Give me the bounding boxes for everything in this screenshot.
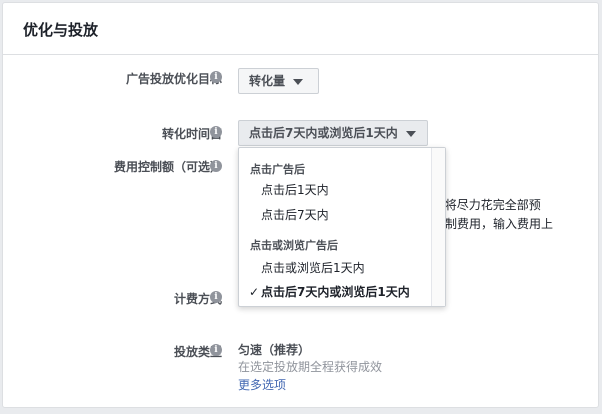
menu-group-header: 点击广告后 bbox=[250, 163, 305, 176]
cost-control-description-line1: k 将尽力花完全部预 bbox=[434, 198, 541, 212]
menu-item-click-1day[interactable]: 点击后1天内 bbox=[261, 181, 329, 198]
info-icon[interactable]: i bbox=[210, 126, 222, 138]
cost-control-description-line2: 制费用，输入费用上 bbox=[445, 217, 554, 231]
menu-group-header: 点击或浏览广告后 bbox=[250, 239, 338, 252]
caret-down-icon bbox=[293, 78, 304, 85]
menu-scrollbar[interactable] bbox=[431, 148, 445, 306]
delivery-type-description: 在选定投放期全程获得成效 bbox=[238, 360, 383, 374]
menu-item-label: 点击后7天内或浏览后1天内 bbox=[261, 285, 410, 299]
optimization-goal-label: 广告投放优化目标 bbox=[125, 72, 222, 86]
conversion-window-value: 点击后7天内或浏览后1天内 bbox=[249, 126, 398, 140]
optimization-goal-value: 转化量 bbox=[249, 74, 286, 88]
info-icon[interactable]: i bbox=[210, 160, 222, 172]
info-icon[interactable]: i bbox=[210, 71, 222, 83]
more-options-link[interactable]: 更多选项 bbox=[238, 376, 286, 393]
conversion-window-menu: 点击广告后 点击后1天内 点击后7天内 点击或浏览广告后 点击或浏览后1天内 ✓… bbox=[238, 147, 446, 307]
checkmark-icon: ✓ bbox=[249, 285, 260, 299]
menu-item-click-or-view-1day[interactable]: 点击或浏览后1天内 bbox=[261, 259, 365, 276]
conversion-window-dropdown[interactable]: 点击后7天内或浏览后1天内 bbox=[238, 120, 428, 146]
info-icon[interactable]: i bbox=[210, 291, 222, 303]
cost-control-label: 费用控制额（可选） bbox=[113, 160, 222, 174]
info-icon[interactable]: i bbox=[210, 344, 222, 356]
menu-item-click-7day-or-view-1day[interactable]: ✓ 点击后7天内或浏览后1天内 bbox=[249, 283, 410, 300]
menu-item-click-7day[interactable]: 点击后7天内 bbox=[261, 206, 329, 223]
optimization-goal-dropdown[interactable]: 转化量 bbox=[238, 68, 319, 94]
delivery-type-value: 匀速（推荐） bbox=[238, 343, 311, 357]
caret-down-icon bbox=[405, 130, 416, 137]
section-title: 优化与投放 bbox=[3, 3, 598, 55]
